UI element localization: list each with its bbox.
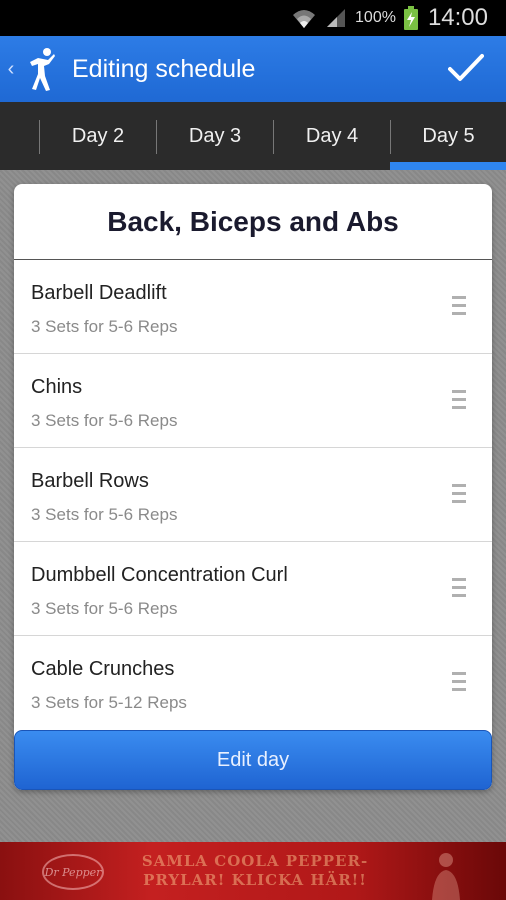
ad-logo: Dr Pepper bbox=[42, 854, 104, 890]
tab-day-2[interactable]: Day 2 bbox=[40, 102, 156, 170]
action-bar: ‹ Editing schedule bbox=[0, 36, 506, 102]
exercise-name: Barbell Deadlift bbox=[31, 282, 167, 304]
exercise-row[interactable]: Chins 3 Sets for 5-6 Reps bbox=[14, 354, 492, 448]
selected-tab-indicator bbox=[390, 162, 506, 170]
ad-banner[interactable]: Dr Pepper SAMLA COOLA PEPPER-PRYLAR! KLI… bbox=[0, 842, 506, 900]
exercise-row[interactable]: Dumbbell Concentration Curl 3 Sets for 5… bbox=[14, 542, 492, 636]
battery-percent: 100% bbox=[355, 9, 396, 26]
exercise-detail: 3 Sets for 5-6 Reps bbox=[31, 599, 178, 618]
exercise-detail: 3 Sets for 5-6 Reps bbox=[31, 411, 178, 430]
drag-handle-icon[interactable] bbox=[452, 672, 466, 692]
exercise-row[interactable]: Cable Crunches 3 Sets for 5-12 Reps bbox=[14, 636, 492, 730]
exercise-name: Cable Crunches bbox=[31, 658, 175, 680]
tab-day-1[interactable] bbox=[0, 102, 40, 170]
confirm-button[interactable] bbox=[446, 48, 486, 88]
tab-day-3[interactable]: Day 3 bbox=[157, 102, 273, 170]
exercise-detail: 3 Sets for 5-6 Reps bbox=[31, 317, 178, 336]
drag-handle-icon[interactable] bbox=[452, 484, 466, 504]
day-tabs: Day 2 Day 3 Day 4 Day 5 bbox=[0, 102, 506, 170]
chevron-left-icon[interactable]: ‹ bbox=[4, 58, 18, 81]
checkmark-icon bbox=[448, 54, 484, 81]
runner-logo-icon[interactable] bbox=[24, 44, 58, 94]
exercise-name: Chins bbox=[31, 376, 83, 398]
exercise-detail: 3 Sets for 5-6 Reps bbox=[31, 505, 178, 524]
exercise-detail: 3 Sets for 5-12 Reps bbox=[31, 693, 187, 712]
clock: 14:00 bbox=[427, 4, 488, 31]
exercise-row[interactable]: Barbell Deadlift 3 Sets for 5-6 Reps bbox=[14, 260, 492, 354]
tab-day-4[interactable]: Day 4 bbox=[274, 102, 390, 170]
battery-charging-icon bbox=[403, 6, 418, 30]
ad-text: SAMLA COOLA PEPPER-PRYLAR! KLICKA HÄR!! bbox=[141, 852, 369, 889]
status-bar: 100% 14:00 bbox=[0, 0, 506, 36]
tab-day-5[interactable]: Day 5 bbox=[391, 102, 506, 170]
page-title: Editing schedule bbox=[72, 54, 256, 83]
edit-day-button[interactable]: Edit day bbox=[14, 730, 492, 790]
signal-icon bbox=[325, 7, 347, 29]
wifi-icon bbox=[291, 6, 317, 30]
drag-handle-icon[interactable] bbox=[452, 578, 466, 598]
drag-handle-icon[interactable] bbox=[452, 390, 466, 410]
ad-figure-icon bbox=[432, 853, 460, 900]
exercise-name: Barbell Rows bbox=[31, 470, 149, 492]
day-title: Back, Biceps and Abs bbox=[14, 184, 492, 260]
exercise-row[interactable]: Barbell Rows 3 Sets for 5-6 Reps bbox=[14, 448, 492, 542]
exercise-name: Dumbbell Concentration Curl bbox=[31, 564, 288, 586]
drag-handle-icon[interactable] bbox=[452, 296, 466, 316]
day-card: Back, Biceps and Abs Barbell Deadlift 3 … bbox=[14, 184, 492, 790]
